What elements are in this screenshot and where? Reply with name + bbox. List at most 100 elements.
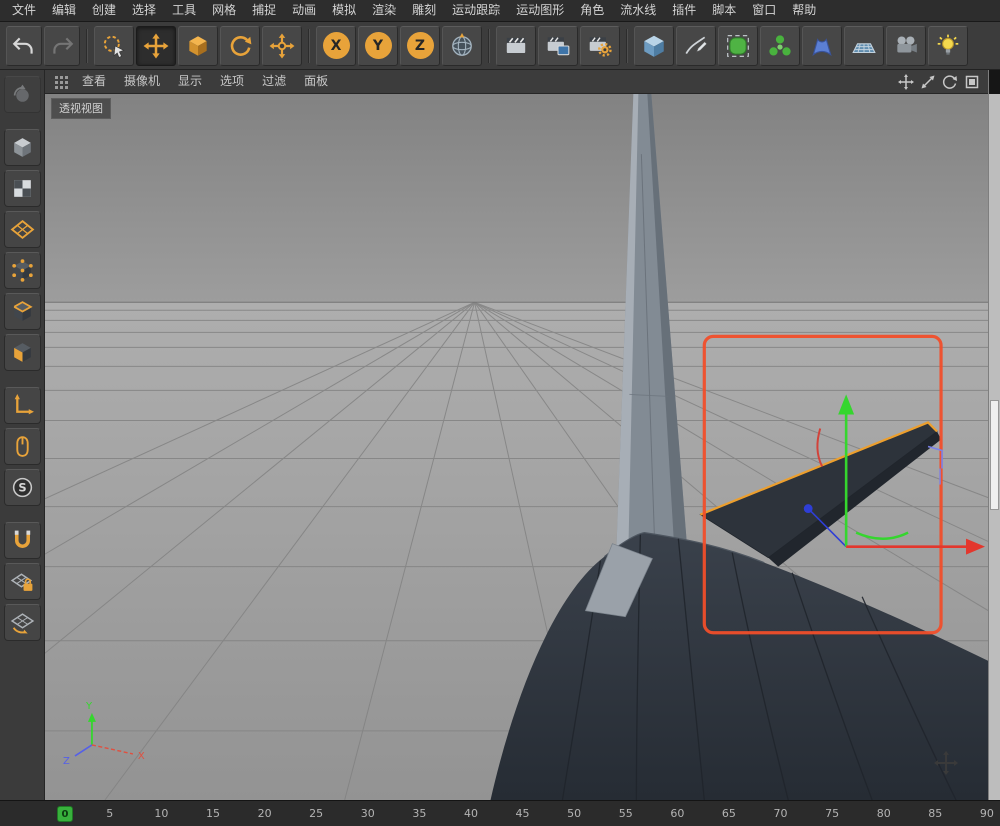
workplane-lock-button[interactable] xyxy=(4,563,41,600)
edges-mode-button[interactable] xyxy=(4,293,41,330)
viewport-grid-icon[interactable] xyxy=(53,74,69,90)
y-axis-label: Y xyxy=(373,38,383,54)
rotate-view-icon[interactable] xyxy=(942,74,958,90)
viewport-canvas[interactable]: Y Z X 透视视图 xyxy=(45,94,988,800)
live-selection-button[interactable] xyxy=(94,26,134,66)
menu-item[interactable]: 捕捉 xyxy=(244,0,284,21)
menu-item[interactable]: 渲染 xyxy=(364,0,404,21)
view-label[interactable]: 透视视图 xyxy=(51,98,111,119)
texture-mode-button[interactable] xyxy=(4,170,41,207)
light-button[interactable] xyxy=(928,26,968,66)
menu-item[interactable]: 创建 xyxy=(84,0,124,21)
move-tool-button[interactable] xyxy=(136,26,176,66)
enable-axis-button[interactable] xyxy=(4,387,41,424)
coordinate-system-icon xyxy=(449,33,475,59)
menu-item[interactable]: 角色 xyxy=(572,0,612,21)
workplane-lock-icon xyxy=(10,569,35,594)
workplane-rotate-button[interactable] xyxy=(4,604,41,641)
timeline-tick[interactable]: 20 xyxy=(239,801,291,826)
menu-item[interactable]: 帮助 xyxy=(784,0,824,21)
camera-button[interactable] xyxy=(886,26,926,66)
timeline-tick[interactable]: 90 xyxy=(961,801,1000,826)
spline-pen-button[interactable] xyxy=(676,26,716,66)
mograph-cloner-button[interactable] xyxy=(760,26,800,66)
add-cube-button[interactable] xyxy=(634,26,674,66)
menu-item[interactable]: 窗口 xyxy=(744,0,784,21)
timeline-ruler[interactable]: 51015202530354045505560657075808590 0 xyxy=(0,800,1000,826)
render-settings-button[interactable] xyxy=(580,26,620,66)
y-axis-lock-button[interactable]: Y xyxy=(358,26,398,66)
timeline-tick[interactable]: 10 xyxy=(136,801,188,826)
viewport-menu-item[interactable]: 面板 xyxy=(295,70,337,93)
coordinate-system-button[interactable] xyxy=(442,26,482,66)
viewport-menu-item[interactable]: 过滤 xyxy=(253,70,295,93)
edges-mode-icon xyxy=(10,299,35,324)
render-view-button[interactable] xyxy=(496,26,536,66)
menu-item[interactable]: 模拟 xyxy=(324,0,364,21)
timeline-tick[interactable]: 30 xyxy=(342,801,394,826)
menu-item[interactable]: 工具 xyxy=(164,0,204,21)
pan-view-icon[interactable] xyxy=(898,74,914,90)
timeline-tick[interactable]: 40 xyxy=(445,801,497,826)
viewport-menu-item[interactable]: 摄像机 xyxy=(115,70,169,93)
timeline-tick[interactable]: 75 xyxy=(806,801,858,826)
deformer-button[interactable] xyxy=(802,26,842,66)
timeline-tick[interactable]: 55 xyxy=(600,801,652,826)
render-view-icon xyxy=(503,33,529,59)
toolbar-separator xyxy=(626,29,628,63)
viewport-menu-item[interactable]: 显示 xyxy=(169,70,211,93)
menu-item[interactable]: 雕刻 xyxy=(404,0,444,21)
subdivision-surface-button[interactable] xyxy=(718,26,758,66)
workplane-mode-button[interactable] xyxy=(4,211,41,248)
redo-button[interactable] xyxy=(44,26,80,66)
right-strip-corner xyxy=(989,70,1000,94)
scrollbar-thumb[interactable] xyxy=(990,400,999,510)
zoom-view-icon[interactable] xyxy=(920,74,936,90)
x-axis-lock-button[interactable]: X xyxy=(316,26,356,66)
menu-item[interactable]: 脚本 xyxy=(704,0,744,21)
axis-modification-button[interactable] xyxy=(262,26,302,66)
model-mode-button[interactable] xyxy=(4,129,41,166)
scale-tool-button[interactable] xyxy=(178,26,218,66)
z-axis-dot[interactable] xyxy=(804,504,813,513)
menu-item[interactable]: 插件 xyxy=(664,0,704,21)
rotate-tool-button[interactable] xyxy=(220,26,260,66)
viewport-menu-item[interactable]: 查看 xyxy=(73,70,115,93)
timeline-tick[interactable]: 85 xyxy=(910,801,962,826)
timeline-tick[interactable]: 5 xyxy=(84,801,136,826)
menu-item[interactable]: 运动跟踪 xyxy=(444,0,508,21)
viewport-solo-button[interactable] xyxy=(4,428,41,465)
axis-y-label: Y xyxy=(85,701,93,712)
menu-item[interactable]: 网格 xyxy=(204,0,244,21)
menu-item[interactable]: 流水线 xyxy=(612,0,664,21)
timeline-tick[interactable]: 70 xyxy=(755,801,807,826)
timeline-tick[interactable]: 35 xyxy=(394,801,446,826)
magnet-snap-icon xyxy=(10,528,35,553)
timeline-current-frame-marker[interactable]: 0 xyxy=(57,806,73,822)
menu-item[interactable]: 动画 xyxy=(284,0,324,21)
deformer-icon xyxy=(809,33,835,59)
menu-item[interactable]: 运动图形 xyxy=(508,0,572,21)
undo-button[interactable] xyxy=(6,26,42,66)
magnet-snap-button[interactable] xyxy=(4,522,41,559)
make-editable-button[interactable] xyxy=(4,76,41,113)
render-picture-viewer-button[interactable] xyxy=(538,26,578,66)
z-axis-lock-button[interactable]: Z xyxy=(400,26,440,66)
timeline-tick[interactable]: 80 xyxy=(858,801,910,826)
menu-item[interactable]: 编辑 xyxy=(44,0,84,21)
maximize-view-icon[interactable] xyxy=(964,74,980,90)
menu-item[interactable]: 文件 xyxy=(4,0,44,21)
menu-item[interactable]: 选择 xyxy=(124,0,164,21)
polygons-mode-button[interactable] xyxy=(4,334,41,371)
points-mode-button[interactable] xyxy=(4,252,41,289)
timeline-tick[interactable]: 50 xyxy=(548,801,600,826)
right-scroll-strip[interactable] xyxy=(988,70,1000,800)
viewport-menu-item[interactable]: 选项 xyxy=(211,70,253,93)
timeline-tick[interactable]: 25 xyxy=(290,801,342,826)
timeline-tick[interactable]: 15 xyxy=(187,801,239,826)
timeline-tick[interactable]: 65 xyxy=(703,801,755,826)
snap-button[interactable]: S xyxy=(4,469,41,506)
timeline-tick[interactable]: 60 xyxy=(652,801,704,826)
environment-floor-button[interactable] xyxy=(844,26,884,66)
timeline-tick[interactable]: 45 xyxy=(497,801,549,826)
